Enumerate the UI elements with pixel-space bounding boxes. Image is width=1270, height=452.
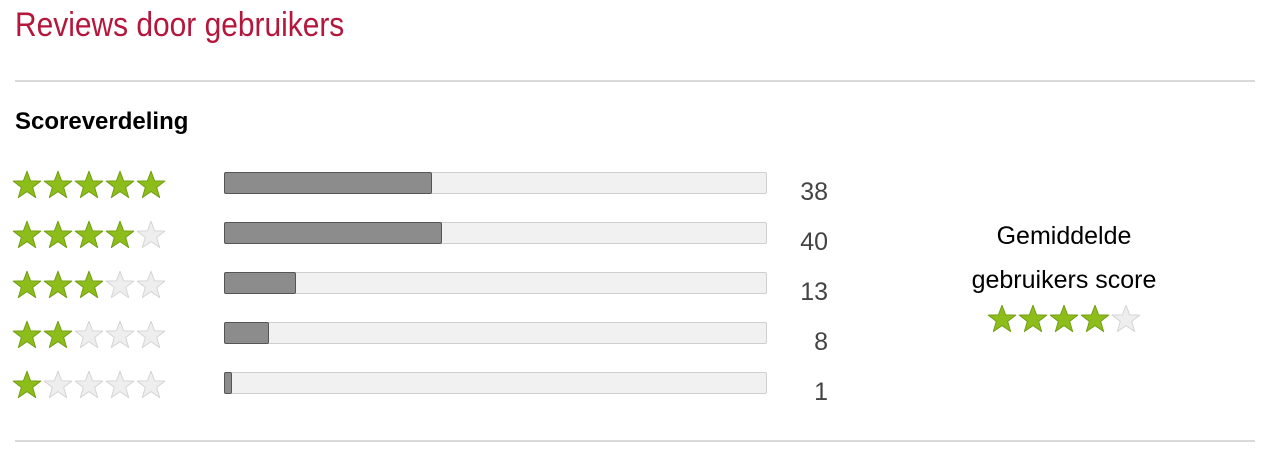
rating-bar-fill bbox=[224, 272, 296, 294]
rating-bar-fill bbox=[224, 322, 269, 344]
star-empty-icon bbox=[136, 270, 166, 299]
rating-row-2-stars[interactable]: 8 bbox=[0, 320, 860, 360]
rating-bar-track bbox=[224, 222, 767, 244]
rating-row-1-star[interactable]: 1 bbox=[0, 370, 860, 410]
star-empty-icon bbox=[74, 370, 104, 399]
rating-row-3-stars[interactable]: 13 bbox=[0, 270, 860, 310]
top-divider bbox=[15, 80, 1255, 82]
average-label-line1: Gemiddelde bbox=[996, 222, 1132, 250]
rating-bar-track bbox=[224, 272, 767, 294]
star-filled-icon bbox=[43, 270, 73, 299]
star-filled-icon bbox=[12, 320, 42, 349]
star-filled-icon bbox=[74, 220, 104, 249]
star-filled-icon bbox=[1049, 304, 1078, 333]
star-rating-2 bbox=[12, 320, 167, 352]
average-star-rating bbox=[950, 304, 1178, 334]
rating-bar-fill bbox=[224, 222, 442, 244]
star-filled-icon bbox=[12, 170, 42, 199]
rating-bar-track bbox=[224, 322, 767, 344]
star-filled-icon bbox=[987, 304, 1016, 333]
star-filled-icon bbox=[43, 220, 73, 249]
star-empty-icon bbox=[136, 320, 166, 349]
star-rating-3 bbox=[12, 270, 167, 302]
star-filled-icon bbox=[12, 270, 42, 299]
star-empty-icon bbox=[136, 220, 166, 249]
star-empty-icon bbox=[105, 370, 135, 399]
star-filled-icon bbox=[136, 170, 166, 199]
star-rating-1 bbox=[12, 370, 167, 402]
star-empty-icon bbox=[105, 270, 135, 299]
rating-count: 13 bbox=[800, 278, 828, 306]
star-filled-icon bbox=[43, 170, 73, 199]
average-label-line2: gebruikers score bbox=[971, 266, 1157, 294]
star-filled-icon bbox=[105, 220, 135, 249]
star-filled-icon bbox=[74, 270, 104, 299]
rating-bar-fill bbox=[224, 172, 432, 194]
page-title: Reviews door gebruikers bbox=[15, 6, 345, 44]
distribution-title: Scoreverdeling bbox=[15, 108, 189, 135]
rating-count: 8 bbox=[814, 328, 828, 356]
rating-count: 40 bbox=[800, 228, 828, 256]
star-rating-5 bbox=[12, 170, 167, 202]
star-empty-icon bbox=[43, 370, 73, 399]
star-filled-icon bbox=[1080, 304, 1109, 333]
star-empty-icon bbox=[74, 320, 104, 349]
bottom-divider bbox=[15, 440, 1255, 442]
star-filled-icon bbox=[74, 170, 104, 199]
rating-bar-track bbox=[224, 372, 767, 394]
average-score: Gemiddelde gebruikers score bbox=[950, 214, 1178, 334]
rating-row-4-stars[interactable]: 40 bbox=[0, 220, 860, 260]
star-empty-icon bbox=[136, 370, 166, 399]
rating-row-5-stars[interactable]: 38 bbox=[0, 170, 860, 210]
star-filled-icon bbox=[12, 220, 42, 249]
rating-bar-track bbox=[224, 172, 767, 194]
star-empty-icon bbox=[1111, 304, 1140, 333]
rating-count: 1 bbox=[814, 378, 828, 406]
rating-count: 38 bbox=[800, 178, 828, 206]
star-filled-icon bbox=[43, 320, 73, 349]
star-filled-icon bbox=[1018, 304, 1047, 333]
star-empty-icon bbox=[105, 320, 135, 349]
star-filled-icon bbox=[105, 170, 135, 199]
rating-bar-fill bbox=[224, 372, 232, 394]
star-rating-4 bbox=[12, 220, 167, 252]
star-filled-icon bbox=[12, 370, 42, 399]
